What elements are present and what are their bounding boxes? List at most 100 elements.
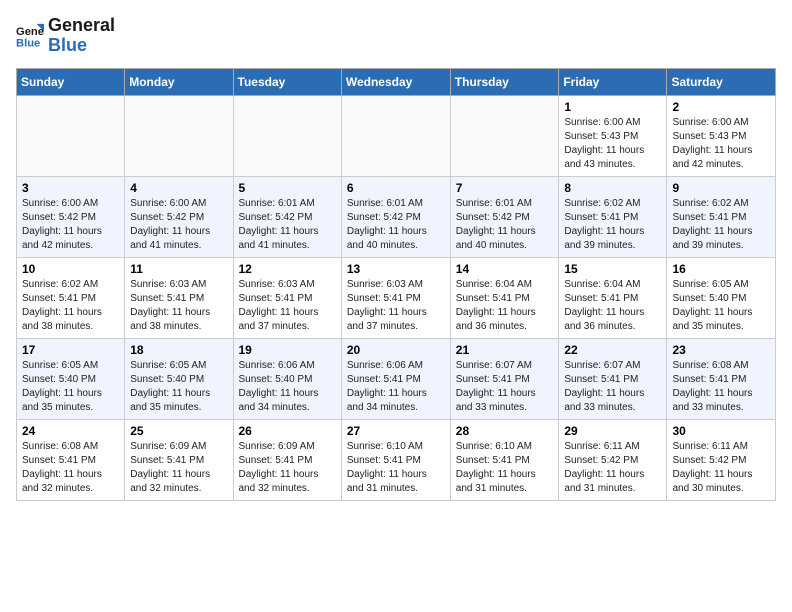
calendar-cell: 10Sunrise: 6:02 AM Sunset: 5:41 PM Dayli… xyxy=(17,257,125,338)
day-number: 20 xyxy=(347,343,445,357)
calendar-header-row: SundayMondayTuesdayWednesdayThursdayFrid… xyxy=(17,68,776,95)
day-info: Sunrise: 6:02 AM Sunset: 5:41 PM Dayligh… xyxy=(672,197,770,253)
calendar-cell: 26 Sunrise: 6:09 AM Sunset: 5:41 PM Dayli… xyxy=(233,419,341,500)
day-info: Sunrise: 6:05 AM Sunset: 5:40 PM Dayligh… xyxy=(672,278,770,334)
day-number: 8 xyxy=(564,181,661,195)
day-info: Sunrise: 6:00 AM Sunset: 5:43 PM Dayligh… xyxy=(564,116,661,172)
calendar-cell: 28 Sunrise: 6:10 AM Sunset: 5:41 PM Dayli… xyxy=(450,419,559,500)
calendar-cell: 14Sunrise: 6:04 AM Sunset: 5:41 PM Dayli… xyxy=(450,257,559,338)
day-info: Sunrise: 6:08 AM Sunset: 5:41 PM Dayligh… xyxy=(672,359,770,415)
day-number: 21 xyxy=(456,343,554,357)
day-info: Sunrise: 6:00 AM Sunset: 5:43 PM Dayligh… xyxy=(672,116,770,172)
day-info: Sunrise: 6:06 AM Sunset: 5:40 PM Dayligh… xyxy=(239,359,336,415)
calendar-week-row: 24 Sunrise: 6:08 AM Sunset: 5:41 PM Dayli… xyxy=(17,419,776,500)
day-number: 28 xyxy=(456,424,554,438)
day-number: 26 xyxy=(239,424,336,438)
calendar-week-row: 1Sunrise: 6:00 AM Sunset: 5:43 PM Daylig… xyxy=(17,95,776,176)
calendar-cell: 12 Sunrise: 6:03 AM Sunset: 5:41 PM Dayli… xyxy=(233,257,341,338)
day-of-week-header: Saturday xyxy=(667,68,776,95)
calendar-table: SundayMondayTuesdayWednesdayThursdayFrid… xyxy=(16,68,776,501)
calendar-cell: 29 Sunrise: 6:11 AM Sunset: 5:42 PM Dayli… xyxy=(559,419,667,500)
day-number: 9 xyxy=(672,181,770,195)
calendar-cell xyxy=(17,95,125,176)
day-number: 12 xyxy=(239,262,336,276)
day-number: 5 xyxy=(239,181,336,195)
day-number: 6 xyxy=(347,181,445,195)
day-number: 22 xyxy=(564,343,661,357)
day-info: Sunrise: 6:03 AM Sunset: 5:41 PM Dayligh… xyxy=(239,278,336,334)
day-info: Sunrise: 6:01 AM Sunset: 5:42 PM Dayligh… xyxy=(239,197,336,253)
calendar-cell: 6 Sunrise: 6:01 AM Sunset: 5:42 PM Daylig… xyxy=(341,176,450,257)
calendar-cell: 30 Sunrise: 6:11 AM Sunset: 5:42 PM Dayli… xyxy=(667,419,776,500)
day-info: Sunrise: 6:02 AM Sunset: 5:41 PM Dayligh… xyxy=(564,197,661,253)
day-number: 27 xyxy=(347,424,445,438)
day-info: Sunrise: 6:08 AM Sunset: 5:41 PM Dayligh… xyxy=(22,440,119,496)
calendar-cell: 23 Sunrise: 6:08 AM Sunset: 5:41 PM Dayli… xyxy=(667,338,776,419)
calendar-week-row: 17 Sunrise: 6:05 AM Sunset: 5:40 PM Dayli… xyxy=(17,338,776,419)
calendar-cell: 22 Sunrise: 6:07 AM Sunset: 5:41 PM Dayli… xyxy=(559,338,667,419)
logo: General Blue General Blue xyxy=(16,16,115,56)
calendar-cell: 18Sunrise: 6:05 AM Sunset: 5:40 PM Dayli… xyxy=(125,338,233,419)
day-info: Sunrise: 6:01 AM Sunset: 5:42 PM Dayligh… xyxy=(456,197,554,253)
day-of-week-header: Friday xyxy=(559,68,667,95)
day-number: 14 xyxy=(456,262,554,276)
day-number: 7 xyxy=(456,181,554,195)
day-number: 2 xyxy=(672,100,770,114)
day-info: Sunrise: 6:00 AM Sunset: 5:42 PM Dayligh… xyxy=(22,197,119,253)
day-info: Sunrise: 6:05 AM Sunset: 5:40 PM Dayligh… xyxy=(22,359,119,415)
day-info: Sunrise: 6:10 AM Sunset: 5:41 PM Dayligh… xyxy=(456,440,554,496)
day-number: 18 xyxy=(130,343,227,357)
svg-text:General: General xyxy=(16,26,44,38)
day-number: 16 xyxy=(672,262,770,276)
day-number: 17 xyxy=(22,343,119,357)
calendar-cell: 16 Sunrise: 6:05 AM Sunset: 5:40 PM Dayli… xyxy=(667,257,776,338)
day-number: 29 xyxy=(564,424,661,438)
calendar-cell: 5 Sunrise: 6:01 AM Sunset: 5:42 PM Daylig… xyxy=(233,176,341,257)
svg-text:Blue: Blue xyxy=(16,37,40,49)
day-info: Sunrise: 6:03 AM Sunset: 5:41 PM Dayligh… xyxy=(347,278,445,334)
calendar-cell: 19 Sunrise: 6:06 AM Sunset: 5:40 PM Dayli… xyxy=(233,338,341,419)
calendar-cell: 8 Sunrise: 6:02 AM Sunset: 5:41 PM Daylig… xyxy=(559,176,667,257)
calendar-cell xyxy=(450,95,559,176)
day-of-week-header: Tuesday xyxy=(233,68,341,95)
calendar-week-row: 10Sunrise: 6:02 AM Sunset: 5:41 PM Dayli… xyxy=(17,257,776,338)
day-of-week-header: Sunday xyxy=(17,68,125,95)
day-info: Sunrise: 6:11 AM Sunset: 5:42 PM Dayligh… xyxy=(564,440,661,496)
day-of-week-header: Monday xyxy=(125,68,233,95)
day-info: Sunrise: 6:06 AM Sunset: 5:41 PM Dayligh… xyxy=(347,359,445,415)
day-info: Sunrise: 6:09 AM Sunset: 5:41 PM Dayligh… xyxy=(239,440,336,496)
day-number: 19 xyxy=(239,343,336,357)
logo-icon: General Blue xyxy=(16,22,44,50)
page-header: General Blue General Blue xyxy=(16,16,776,56)
day-info: Sunrise: 6:07 AM Sunset: 5:41 PM Dayligh… xyxy=(456,359,554,415)
calendar-cell: 9 Sunrise: 6:02 AM Sunset: 5:41 PM Daylig… xyxy=(667,176,776,257)
day-info: Sunrise: 6:01 AM Sunset: 5:42 PM Dayligh… xyxy=(347,197,445,253)
calendar-cell: 13 Sunrise: 6:03 AM Sunset: 5:41 PM Dayli… xyxy=(341,257,450,338)
day-number: 4 xyxy=(130,181,227,195)
day-info: Sunrise: 6:04 AM Sunset: 5:41 PM Dayligh… xyxy=(564,278,661,334)
day-number: 23 xyxy=(672,343,770,357)
day-number: 13 xyxy=(347,262,445,276)
day-number: 24 xyxy=(22,424,119,438)
day-info: Sunrise: 6:03 AM Sunset: 5:41 PM Dayligh… xyxy=(130,278,227,334)
day-number: 25 xyxy=(130,424,227,438)
day-info: Sunrise: 6:10 AM Sunset: 5:41 PM Dayligh… xyxy=(347,440,445,496)
day-number: 30 xyxy=(672,424,770,438)
calendar-cell: 25Sunrise: 6:09 AM Sunset: 5:41 PM Dayli… xyxy=(125,419,233,500)
calendar-cell xyxy=(233,95,341,176)
calendar-cell: 3 Sunrise: 6:00 AM Sunset: 5:42 PM Daylig… xyxy=(17,176,125,257)
calendar-cell: 7 Sunrise: 6:01 AM Sunset: 5:42 PM Daylig… xyxy=(450,176,559,257)
calendar-cell xyxy=(125,95,233,176)
logo-text: General Blue xyxy=(48,16,115,56)
day-info: Sunrise: 6:07 AM Sunset: 5:41 PM Dayligh… xyxy=(564,359,661,415)
calendar-cell: 15Sunrise: 6:04 AM Sunset: 5:41 PM Dayli… xyxy=(559,257,667,338)
day-info: Sunrise: 6:00 AM Sunset: 5:42 PM Dayligh… xyxy=(130,197,227,253)
calendar-cell: 4 Sunrise: 6:00 AM Sunset: 5:42 PM Daylig… xyxy=(125,176,233,257)
day-info: Sunrise: 6:02 AM Sunset: 5:41 PM Dayligh… xyxy=(22,278,119,334)
calendar-cell: 17 Sunrise: 6:05 AM Sunset: 5:40 PM Dayli… xyxy=(17,338,125,419)
calendar-cell: 2 Sunrise: 6:00 AM Sunset: 5:43 PM Daylig… xyxy=(667,95,776,176)
calendar-week-row: 3 Sunrise: 6:00 AM Sunset: 5:42 PM Daylig… xyxy=(17,176,776,257)
day-info: Sunrise: 6:11 AM Sunset: 5:42 PM Dayligh… xyxy=(672,440,770,496)
calendar-cell: 27 Sunrise: 6:10 AM Sunset: 5:41 PM Dayli… xyxy=(341,419,450,500)
day-number: 3 xyxy=(22,181,119,195)
